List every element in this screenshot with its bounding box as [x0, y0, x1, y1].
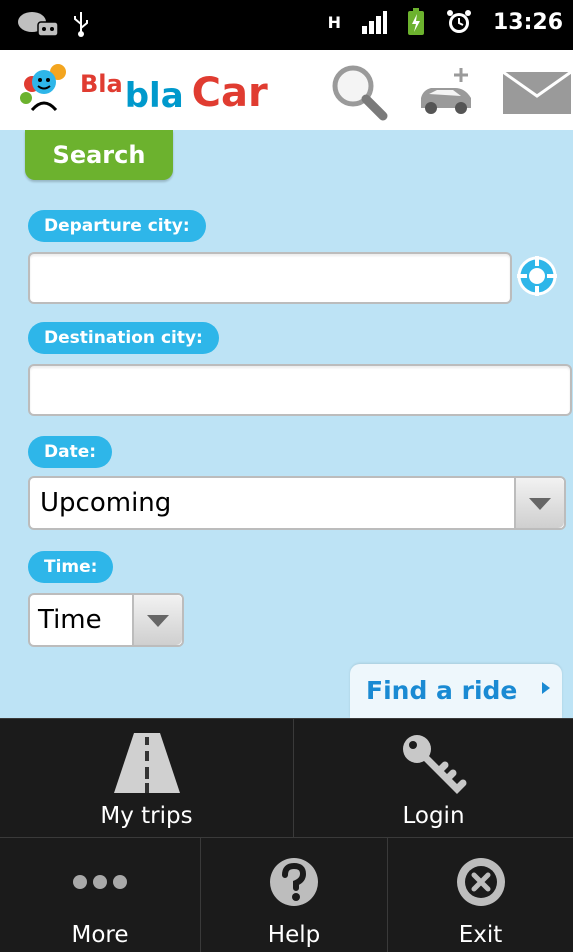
menu-item-my-trips[interactable]: My trips: [0, 719, 294, 838]
menu-item-more[interactable]: More: [0, 838, 201, 952]
app-header: Bla bla Car: [0, 50, 573, 130]
battery-charging-icon: [407, 8, 424, 35]
status-bar: H 13:26: [0, 0, 573, 50]
locate-me-icon[interactable]: [515, 254, 559, 298]
menu-label-help: Help: [267, 922, 321, 948]
usb-icon: [74, 12, 88, 37]
more-icon: [73, 875, 127, 889]
status-left: [16, 10, 90, 38]
key-icon: [402, 735, 466, 794]
time-dropdown-button[interactable]: [132, 595, 182, 645]
time-label: Time:: [28, 551, 114, 583]
logo-part-1: Bla: [80, 70, 123, 98]
date-dropdown-button[interactable]: [514, 478, 564, 528]
menu-item-exit[interactable]: Exit: [388, 838, 573, 952]
options-menu: My trips Login More Help Exit: [0, 718, 573, 952]
search-form: Search Departure city: Destination city:…: [0, 130, 573, 718]
exit-icon: [456, 858, 505, 906]
departure-city-input[interactable]: [28, 252, 512, 304]
clock: 13:26: [492, 9, 563, 35]
find-ride-button[interactable]: Find a ride: [350, 664, 562, 718]
logo-mascot-icon: [20, 64, 66, 112]
destination-label: Destination city:: [28, 322, 219, 354]
search-icon[interactable]: [327, 60, 391, 124]
alarm-icon: [446, 10, 471, 33]
menu-item-help[interactable]: Help: [201, 838, 388, 952]
menu-label-my-trips: My trips: [100, 803, 193, 829]
menu-label-more: More: [71, 922, 129, 948]
date-label: Date:: [28, 436, 113, 468]
add-ride-icon[interactable]: [415, 64, 477, 120]
logo-part-3: Car: [191, 70, 268, 116]
header-actions: [327, 60, 573, 124]
destination-city-input[interactable]: [28, 364, 572, 416]
menu-item-login[interactable]: Login: [294, 719, 573, 838]
network-type-icon: H: [327, 12, 341, 32]
status-right: H 13:26: [328, 8, 563, 36]
chevron-right-icon: [542, 682, 550, 694]
messages-icon[interactable]: [501, 68, 573, 116]
logo-text: Bla bla Car: [80, 70, 268, 116]
chat-notification-icon: [18, 12, 59, 37]
time-select[interactable]: Time: [28, 593, 184, 647]
menu-label-exit: Exit: [458, 922, 503, 948]
road-icon: [113, 733, 180, 793]
time-select-value: Time: [38, 605, 102, 635]
signal-icon: [361, 11, 387, 34]
search-tab[interactable]: Search: [25, 130, 173, 180]
date-select-value: Upcoming: [40, 488, 172, 518]
app-logo: Bla bla Car: [18, 60, 268, 116]
logo-part-2: bla: [124, 76, 184, 116]
help-icon: [270, 858, 318, 906]
date-select[interactable]: Upcoming: [28, 476, 566, 530]
find-ride-label: Find a ride: [366, 676, 518, 705]
departure-label: Departure city:: [28, 210, 206, 242]
menu-label-login: Login: [402, 803, 465, 829]
